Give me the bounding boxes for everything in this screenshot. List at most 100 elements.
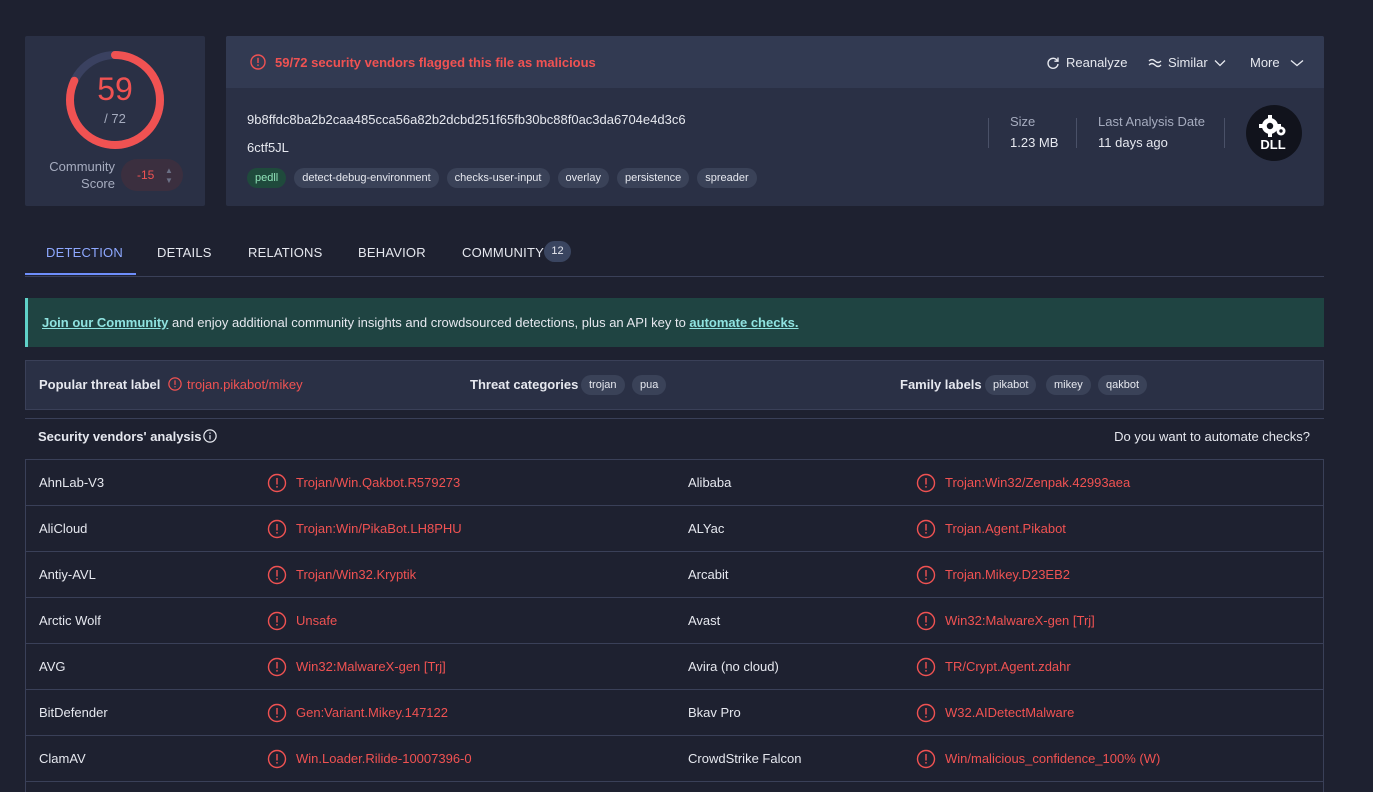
dll-label: DLL bbox=[1260, 137, 1285, 152]
vendor-name: Antiy-AVL bbox=[39, 567, 96, 582]
stepper-down-icon[interactable]: ▼ bbox=[165, 177, 173, 185]
vendor-result: Win32:MalwareX-gen [Trj] bbox=[945, 613, 1095, 628]
vendor-name: CrowdStrike Falcon bbox=[688, 751, 802, 766]
tabs-divider bbox=[25, 276, 1324, 277]
vendor-row: ClamAV Win.Loader.Rilide-10007396-0 CrowdS… bbox=[26, 736, 1323, 782]
tab-detection[interactable]: DETECTION bbox=[46, 245, 123, 260]
vendor-result: Trojan/Win32.Kryptik bbox=[296, 567, 417, 582]
detection-total: / 72 bbox=[104, 111, 126, 126]
alert-circle-icon bbox=[267, 473, 287, 496]
similar-icon bbox=[1148, 58, 1162, 67]
alert-circle-icon bbox=[267, 611, 287, 634]
vendor-table: AhnLab-V3 Trojan/Win.Qakbot.R579273 Alibab… bbox=[25, 459, 1324, 792]
more-label: More bbox=[1250, 55, 1280, 70]
banner-middle-text: and enjoy additional community insights … bbox=[168, 315, 690, 330]
alert-circle-icon bbox=[916, 657, 936, 680]
meta-divider bbox=[1076, 118, 1077, 148]
refresh-icon bbox=[1047, 57, 1059, 69]
alert-circle-icon bbox=[916, 519, 936, 542]
vendor-result: Trojan.Mikey.D23EB2 bbox=[945, 567, 1070, 582]
vendor-row: AVG Win32:MalwareX-gen [Trj] Avira (no clo… bbox=[26, 644, 1323, 690]
vendor-name: Arcabit bbox=[688, 567, 729, 582]
tab-details[interactable]: DETAILS bbox=[157, 245, 212, 260]
alert-circle-icon bbox=[267, 565, 287, 588]
community-score-stepper[interactable]: -15 ▲ ▼ bbox=[121, 159, 183, 191]
detection-count: 59 bbox=[97, 71, 133, 107]
more-button[interactable]: More bbox=[1250, 55, 1304, 70]
file-tags: pedll detect-debug-environment checks-us… bbox=[247, 168, 757, 188]
vendor-name: ALYac bbox=[688, 521, 725, 536]
vendors-header: Security vendors' analysis Do you want t… bbox=[25, 418, 1324, 458]
file-tag[interactable]: checks-user-input bbox=[446, 168, 550, 188]
meta-divider bbox=[988, 118, 989, 148]
file-tag[interactable]: detect-debug-environment bbox=[294, 168, 439, 188]
vendor-result: Win/malicious_confidence_100% (W) bbox=[945, 751, 1161, 766]
vendor-row: BitDefender Gen:Variant.Mikey.147122 Bkav … bbox=[26, 690, 1323, 736]
vendor-result: Trojan:Win/PikaBot.LH8PHU bbox=[296, 521, 462, 536]
vendor-result: Trojan.Agent.Pikabot bbox=[945, 521, 1066, 536]
detection-score-card: 59 / 72 Community Score -15 ▲ ▼ bbox=[25, 36, 205, 206]
tab-relations[interactable]: RELATIONS bbox=[248, 245, 323, 260]
threat-summary: Popular threat label trojan.pikabot/mike… bbox=[25, 360, 1324, 410]
community-banner: Join our Community and enjoy additional … bbox=[25, 298, 1324, 347]
alert-circle-icon bbox=[916, 473, 936, 496]
file-tag[interactable]: persistence bbox=[616, 168, 690, 188]
file-tag[interactable]: spreader bbox=[697, 168, 757, 188]
file-tag[interactable]: overlay bbox=[557, 168, 609, 188]
info-header: 59/72 security vendors flagged this file… bbox=[226, 36, 1324, 88]
file-hash[interactable]: 9b8ffdc8ba2b2caa485cca56a82b2dcbd251f65f… bbox=[247, 112, 686, 127]
family-label-chip[interactable]: pikabot bbox=[985, 375, 1037, 395]
vendor-result: Win32:MalwareX-gen [Trj] bbox=[296, 659, 446, 674]
similar-button[interactable]: Similar bbox=[1148, 55, 1226, 70]
vendor-name: AhnLab-V3 bbox=[39, 475, 105, 490]
info-icon[interactable] bbox=[203, 429, 217, 443]
vendor-name: Bkav Pro bbox=[688, 705, 741, 720]
file-name: 6ctf5JL bbox=[247, 140, 289, 155]
reanalyze-button[interactable]: Reanalyze bbox=[1046, 55, 1127, 70]
vendor-name: AVG bbox=[39, 659, 66, 674]
alert-circle-icon bbox=[916, 703, 936, 726]
file-tag[interactable]: pedll bbox=[247, 168, 287, 188]
community-score-label: Community Score bbox=[49, 159, 115, 191]
community-count-badge: 12 bbox=[544, 241, 571, 262]
vendor-result: Trojan/Win.Qakbot.R579273 bbox=[296, 475, 461, 490]
community-score-value: -15 bbox=[137, 168, 155, 182]
vendor-result: Win.Loader.Rilide-10007396-0 bbox=[296, 751, 472, 766]
popular-threat-value[interactable]: trojan.pikabot/mikey bbox=[187, 377, 303, 392]
reanalyze-label: Reanalyze bbox=[1066, 55, 1128, 70]
family-label-chip[interactable]: mikey bbox=[1046, 375, 1091, 395]
alert-circle-icon bbox=[916, 611, 936, 634]
vendor-row: AhnLab-V3 Trojan/Win.Qakbot.R579273 Alibab… bbox=[26, 460, 1323, 506]
vendor-result: Unsafe bbox=[296, 613, 338, 628]
threat-category-chip[interactable]: trojan bbox=[581, 375, 625, 395]
file-info-card: 59/72 security vendors flagged this file… bbox=[226, 36, 1324, 206]
tab-behavior[interactable]: BEHAVIOR bbox=[358, 245, 426, 260]
size-label: Size bbox=[1010, 114, 1036, 129]
tab-community[interactable]: COMMUNITY bbox=[462, 245, 544, 260]
alert-circle-icon bbox=[267, 703, 287, 726]
vendor-name: AliCloud bbox=[39, 521, 88, 536]
vendor-name: Alibaba bbox=[688, 475, 732, 490]
family-label-chip[interactable]: qakbot bbox=[1098, 375, 1148, 395]
vendor-row: AliCloud Trojan:Win/PikaBot.LH8PHU ALYac Tr… bbox=[26, 506, 1323, 552]
join-community-link[interactable]: Join our Community bbox=[42, 315, 168, 330]
last-analysis-label: Last Analysis Date bbox=[1098, 114, 1205, 129]
alert-circle-icon bbox=[267, 519, 287, 542]
meta-divider bbox=[1224, 118, 1225, 148]
vendor-result: Gen:Variant.Mikey.147122 bbox=[296, 705, 448, 720]
active-tab-indicator bbox=[25, 273, 136, 275]
threat-categories-label: Threat categories bbox=[470, 377, 579, 392]
vendor-result: Trojan:Win32/Zenpak.42993aea bbox=[945, 475, 1131, 490]
vendors-title: Security vendors' analysis bbox=[38, 429, 202, 444]
vendor-name: Arctic Wolf bbox=[39, 613, 101, 628]
alert-circle-icon bbox=[168, 377, 182, 391]
alert-circle-icon bbox=[267, 749, 287, 772]
automate-checks-question[interactable]: Do you want to automate checks? bbox=[1114, 429, 1310, 444]
similar-label: Similar bbox=[1168, 55, 1208, 70]
popular-threat-label: Popular threat label bbox=[39, 377, 161, 392]
threat-category-chip[interactable]: pua bbox=[632, 375, 667, 395]
vendor-row: Antiy-AVL Trojan/Win32.Kryptik Arcabit Troj… bbox=[26, 552, 1323, 598]
automate-checks-link[interactable]: automate checks. bbox=[689, 315, 798, 330]
stepper-up-icon[interactable]: ▲ bbox=[165, 167, 173, 175]
vendor-row: Arctic Wolf Unsafe Avast Win32:MalwareX-gen… bbox=[26, 598, 1323, 644]
